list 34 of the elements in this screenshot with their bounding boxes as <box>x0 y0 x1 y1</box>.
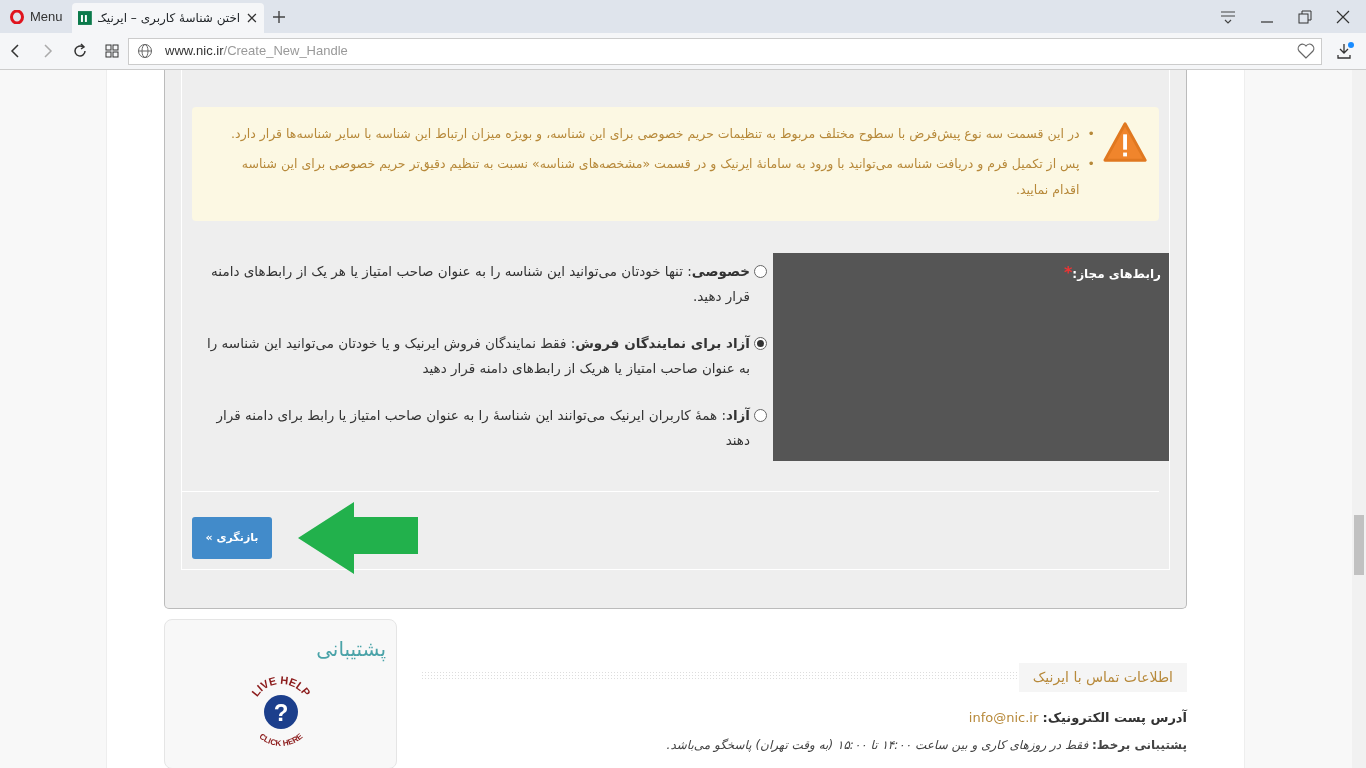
notice-text: در این قسمت سه نوع پیش‌فرض با سطوح مختلف مربوط به تنظیمات حریم خصوصی برای این شناسه، و بویژه میزان ارتباط این شناسه با سایر شناسه‌ها قرار دارد. <box>231 125 1080 144</box>
support-hours-text: پشتیبانی برخط: فقط در روزهای کاری و بین ساعت ۱۴:۰۰ تا ۱۵:۰۰ (به وقت تهران) پاسخگو می‌باشد. <box>665 736 1187 754</box>
scrollbar[interactable] <box>1352 70 1366 768</box>
close-icon[interactable] <box>246 12 258 24</box>
field-label: رابط‌های مجاز: <box>1072 267 1161 281</box>
tab-menu-icon[interactable] <box>1220 9 1236 24</box>
close-icon[interactable] <box>1336 9 1350 24</box>
radio-button[interactable] <box>754 409 767 422</box>
new-tab-icon[interactable] <box>272 9 286 24</box>
option-text: آزاد: همهٔ کاربران ایرنیک می‌توانند این شناسهٔ را به عنوان صاحب امتیاز یا رابط برای دامنه قرار دهند <box>215 406 750 450</box>
url-text: www.nic.ir/Create_New_Handle <box>165 42 349 61</box>
bullet: • <box>1087 125 1095 143</box>
email-label: آدرس پست الکترونیک: <box>1042 710 1187 725</box>
review-button[interactable]: بازنگری » <box>192 517 272 559</box>
bullet: • <box>1087 155 1095 173</box>
menu-button[interactable]: Menu <box>0 0 72 33</box>
site-icon <box>78 11 92 25</box>
heart-icon[interactable] <box>1297 43 1315 59</box>
globe-icon <box>137 43 153 59</box>
support-title: پشتیبانی <box>315 636 386 664</box>
radio-button[interactable] <box>754 265 767 278</box>
required-mark: * <box>1063 263 1073 282</box>
reload-icon[interactable] <box>72 43 88 59</box>
address-field[interactable]: www.nic.ir/Create_New_Handle <box>128 37 1322 65</box>
contact-heading: اطلاعات تماس با ایرنیک <box>1018 663 1187 692</box>
notice-text: پس از تکمیل فرم و دریافت شناسه می‌توانید با ورود به سامانهٔ ایرنیک و در قسمت «مشخصه‌های شناسه» نسبت به تنظیم دقیق‌تر حریم خصوصی برای این شناسه اقدام نمایید. <box>240 155 1080 199</box>
warning-icon <box>1102 121 1147 163</box>
radio-button[interactable] <box>754 337 767 350</box>
logo-icon <box>10 9 24 24</box>
grid-icon[interactable] <box>104 43 120 59</box>
option-text: خصوصی: تنها خودتان می‌توانید این شناسه را به عنوان صاحب امتیاز یا هر یک از رابط‌های دامنه قرار دهید. <box>210 262 750 307</box>
option-text: آزاد برای نمایندگان فروش: فقط نمایندگان فروش ایرنیک و یا خودتان می‌توانید این شناسه را به عنوان صاحب امتیاز یا هریک از رابط‌های دامنه قرار دهید <box>206 334 750 379</box>
restore-icon[interactable] <box>1298 9 1312 24</box>
download-icon[interactable] <box>1336 42 1354 60</box>
